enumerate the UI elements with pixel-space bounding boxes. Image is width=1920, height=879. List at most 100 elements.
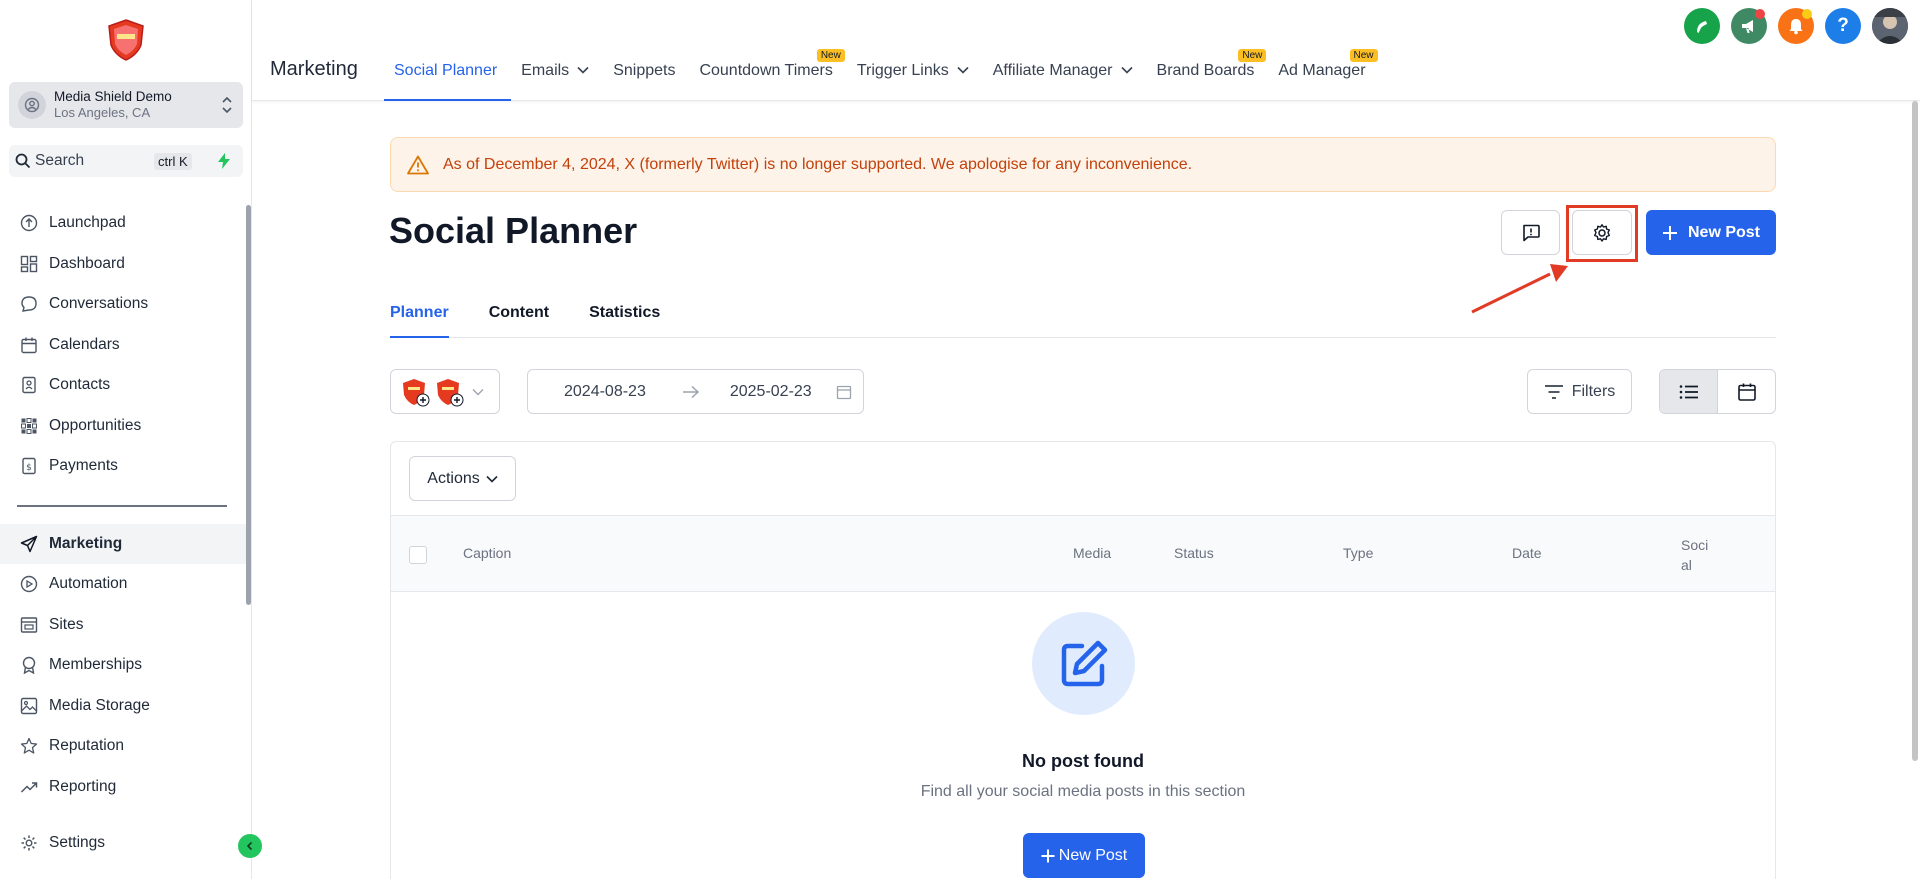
sidebar-item-calendars[interactable]: Calendars bbox=[0, 325, 246, 365]
view-toggle bbox=[1659, 369, 1776, 414]
tab-affiliate-manager[interactable]: Affiliate Manager bbox=[983, 50, 1147, 101]
sidebar-item-conversations[interactable]: Conversations bbox=[0, 284, 246, 324]
sidebar-item-automation[interactable]: Automation bbox=[0, 564, 246, 604]
search-box[interactable]: Search ctrl K bbox=[9, 145, 243, 177]
send-icon bbox=[19, 534, 39, 554]
column-caption[interactable]: Caption bbox=[463, 545, 511, 561]
column-type[interactable]: Type bbox=[1343, 545, 1373, 561]
column-media[interactable]: Media bbox=[1073, 545, 1111, 561]
sidebar-item-reputation[interactable]: Reputation bbox=[0, 726, 246, 766]
sites-icon bbox=[19, 615, 39, 635]
new-post-button[interactable]: New Post bbox=[1646, 210, 1776, 255]
main-scrollbar[interactable] bbox=[1910, 101, 1920, 761]
feedback-icon bbox=[1522, 224, 1540, 241]
sidebar-scrollbar[interactable] bbox=[246, 205, 251, 605]
announcements-button[interactable] bbox=[1731, 8, 1767, 44]
section-title: Marketing bbox=[270, 58, 358, 80]
page-title: Social Planner bbox=[389, 210, 638, 251]
tab-trigger-links[interactable]: Trigger Links bbox=[847, 50, 983, 101]
account-switcher[interactable]: Media Shield Demo Los Angeles, CA bbox=[9, 82, 243, 128]
sidebar-item-media-storage[interactable]: Media Storage bbox=[0, 686, 246, 726]
chevron-down-icon bbox=[472, 388, 484, 395]
collapse-sidebar-button[interactable] bbox=[238, 834, 262, 858]
sidebar-item-label: Marketing bbox=[49, 535, 123, 552]
sidebar-item-label: Dashboard bbox=[49, 255, 125, 272]
sidebar-item-marketing[interactable]: Marketing bbox=[0, 524, 246, 564]
calendar-view-button[interactable] bbox=[1718, 370, 1775, 413]
sidebar-item-settings[interactable]: Settings bbox=[0, 823, 246, 863]
date-range-picker[interactable]: 2024-08-23 2025-02-23 bbox=[527, 369, 864, 414]
sidebar-item-launchpad[interactable]: Launchpad bbox=[0, 203, 246, 243]
calendar-icon bbox=[19, 335, 39, 355]
automation-icon bbox=[19, 574, 39, 594]
chevron-down-icon bbox=[1120, 66, 1133, 74]
notification-dot bbox=[1802, 9, 1812, 19]
sidebar-item-label: Memberships bbox=[49, 656, 143, 673]
bell-icon bbox=[1789, 19, 1803, 35]
tab-emails[interactable]: Emails bbox=[511, 50, 603, 101]
sidebar-divider bbox=[17, 505, 227, 507]
tab-label: Countdown Timers bbox=[699, 62, 833, 79]
tab-countdown-timers[interactable]: Countdown Timers New bbox=[689, 49, 846, 101]
planner-subtabs: Planner Content Statistics bbox=[390, 290, 1776, 338]
sidebar-item-sites[interactable]: Sites bbox=[0, 605, 246, 645]
sidebar-item-label: Conversations bbox=[49, 295, 149, 312]
sidebar-item-opportunities[interactable]: Opportunities bbox=[0, 406, 246, 446]
media-shield-logo[interactable] bbox=[107, 19, 145, 61]
account-name: Media Shield Demo bbox=[54, 89, 172, 104]
payments-icon: $ bbox=[19, 456, 39, 476]
question-icon: ? bbox=[1837, 15, 1849, 36]
list-icon bbox=[1679, 384, 1698, 399]
column-status[interactable]: Status bbox=[1174, 545, 1214, 561]
sidebar: Media Shield Demo Los Angeles, CA Search… bbox=[0, 0, 262, 879]
contacts-icon bbox=[19, 375, 39, 395]
tab-statistics[interactable]: Statistics bbox=[589, 290, 660, 338]
tab-social-planner[interactable]: Social Planner bbox=[384, 50, 512, 101]
start-date[interactable]: 2024-08-23 bbox=[564, 383, 646, 401]
tab-content[interactable]: Content bbox=[489, 290, 549, 338]
column-social[interactable]: Soci al bbox=[1681, 535, 1708, 575]
tab-label: Emails bbox=[521, 62, 570, 79]
feedback-button[interactable] bbox=[1501, 210, 1560, 255]
tab-brand-boards[interactable]: Brand Boards New bbox=[1147, 49, 1269, 101]
twitter-deprecation-alert: As of December 4, 2024, X (formerly Twit… bbox=[390, 137, 1776, 192]
sidebar-item-reporting[interactable]: Reporting bbox=[0, 767, 246, 807]
tab-planner[interactable]: Planner bbox=[390, 290, 449, 338]
list-view-button[interactable] bbox=[1660, 370, 1718, 413]
sidebar-item-label: Sites bbox=[49, 616, 84, 633]
sidebar-item-memberships[interactable]: Memberships bbox=[0, 645, 246, 685]
notifications-button[interactable] bbox=[1778, 8, 1814, 44]
social-account-selector[interactable] bbox=[390, 369, 500, 414]
tab-ad-manager[interactable]: Ad Manager New bbox=[1268, 49, 1379, 101]
empty-state-title: No post found bbox=[1022, 751, 1144, 771]
account-location: Los Angeles, CA bbox=[54, 105, 151, 120]
tab-label: Brand Boards bbox=[1156, 62, 1255, 79]
search-label: Search bbox=[35, 152, 85, 169]
filters-button[interactable]: Filters bbox=[1527, 369, 1632, 414]
end-date[interactable]: 2025-02-23 bbox=[730, 383, 812, 401]
empty-new-post-button[interactable]: New Post bbox=[1023, 833, 1145, 878]
empty-state-subtitle: Find all your social media posts in this… bbox=[920, 783, 1246, 800]
lightning-icon[interactable] bbox=[217, 153, 231, 169]
edit-icon bbox=[1061, 640, 1107, 686]
select-all-checkbox[interactable] bbox=[409, 546, 427, 564]
memberships-icon bbox=[19, 655, 39, 675]
phone-button[interactable] bbox=[1684, 8, 1720, 44]
new-badge: New bbox=[1238, 49, 1267, 62]
help-button[interactable]: ? bbox=[1825, 8, 1861, 44]
user-avatar[interactable] bbox=[1872, 8, 1908, 44]
phone-icon bbox=[1697, 21, 1707, 33]
arrow-right-icon bbox=[682, 385, 699, 398]
account-avatar-icon bbox=[403, 378, 430, 406]
sidebar-item-payments[interactable]: $ Payments bbox=[0, 446, 246, 486]
actions-dropdown[interactable]: Actions bbox=[409, 456, 516, 501]
chevron-down-icon bbox=[957, 66, 969, 74]
sidebar-item-dashboard[interactable]: Dashboard bbox=[0, 244, 246, 284]
sidebar-item-contacts[interactable]: Contacts bbox=[0, 365, 246, 405]
tab-label: Affiliate Manager bbox=[992, 62, 1113, 79]
tab-snippets[interactable]: Snippets bbox=[603, 50, 689, 101]
column-date[interactable]: Date bbox=[1512, 545, 1542, 561]
tab-label: Social Planner bbox=[394, 62, 498, 79]
sidebar-item-label: Media Storage bbox=[49, 697, 150, 714]
account-avatar-icon bbox=[437, 378, 464, 406]
